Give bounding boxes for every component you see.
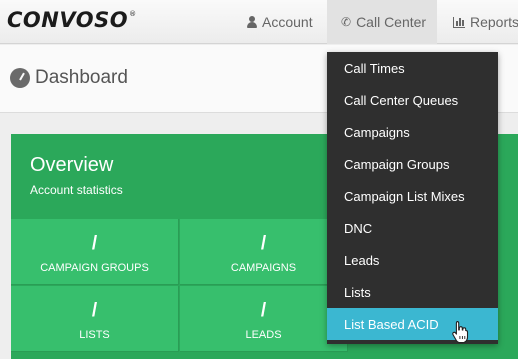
hand-pointer-cursor-icon	[452, 320, 469, 344]
overview-title: Overview	[30, 154, 114, 176]
nav-call-center-label: Call Center	[356, 14, 427, 30]
stat-label: CAMPAIGNS	[230, 262, 297, 274]
stat-label: LISTS	[79, 329, 110, 341]
stat-label: CAMPAIGN GROUPS	[40, 262, 149, 274]
menu-item-call-times[interactable]: Call Times	[327, 52, 498, 84]
nav-call-center[interactable]: ✆ Call Center	[327, 0, 437, 44]
convoso-logo[interactable]: CONVOSO®	[7, 8, 137, 32]
page-title: Dashboard	[10, 67, 128, 89]
top-navbar: CONVOSO® Account ✆ Call Center Reports	[0, 0, 518, 44]
phone-icon: ✆	[341, 15, 352, 29]
nav-account[interactable]: Account	[247, 0, 313, 44]
menu-item-campaign-groups[interactable]: Campaign Groups	[327, 148, 498, 180]
menu-item-campaign-list-mixes[interactable]: Campaign List Mixes	[327, 180, 498, 212]
menu-item-lists[interactable]: Lists	[327, 276, 498, 308]
menu-item-dnc[interactable]: DNC	[327, 212, 498, 244]
menu-item-leads[interactable]: Leads	[327, 244, 498, 276]
menu-item-call-center-queues[interactable]: Call Center Queues	[327, 84, 498, 116]
nav-reports[interactable]: Reports	[453, 0, 518, 44]
menu-item-campaigns[interactable]: Campaigns	[327, 116, 498, 148]
overview-subtitle: Account statistics	[30, 183, 123, 197]
nav-account-label: Account	[262, 14, 313, 30]
stat-tile-lists[interactable]: / LISTS	[11, 286, 179, 352]
stat-value: /	[91, 300, 98, 321]
stat-value: /	[260, 300, 267, 321]
stat-value: /	[260, 233, 267, 254]
dashboard-gauge-icon	[10, 68, 30, 88]
menu-item-list-based-acid[interactable]: List Based ACID	[327, 308, 498, 340]
stat-tile-leads[interactable]: / LEADS	[180, 286, 348, 352]
stat-label: LEADS	[245, 329, 282, 341]
stat-tile-campaigns[interactable]: / CAMPAIGNS	[180, 219, 348, 285]
call-center-dropdown-menu: Call Times Call Center Queues Campaigns …	[327, 52, 498, 344]
stat-tile-campaign-groups[interactable]: / CAMPAIGN GROUPS	[11, 219, 179, 285]
user-icon	[247, 16, 257, 28]
stat-value: /	[91, 233, 98, 254]
page-title-text: Dashboard	[35, 67, 128, 88]
bar-chart-icon	[453, 16, 465, 28]
nav-reports-label: Reports	[470, 14, 518, 30]
